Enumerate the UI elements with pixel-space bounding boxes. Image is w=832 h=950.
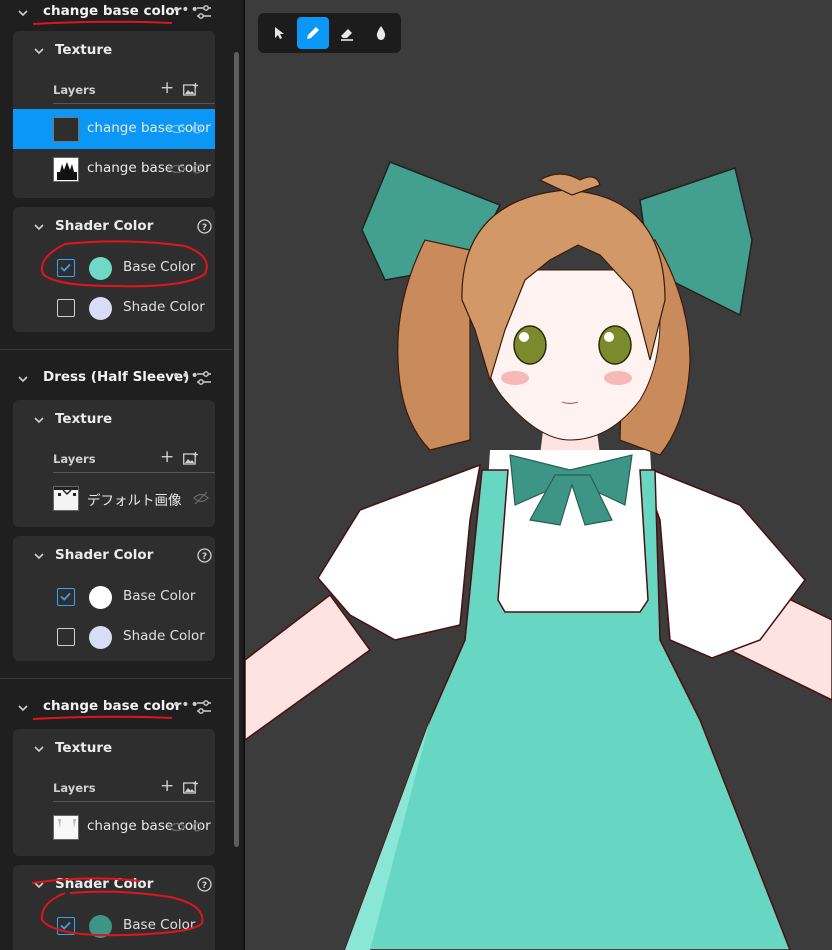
chevron-down-icon[interactable] <box>16 701 30 715</box>
checkbox[interactable] <box>57 588 75 606</box>
layers-label: Layers <box>53 83 96 97</box>
card-title: Shader Color <box>55 218 154 234</box>
layer-thumbnail <box>53 486 79 511</box>
divider <box>0 678 232 679</box>
help-icon[interactable]: ? <box>197 548 212 563</box>
chevron-down-icon[interactable] <box>16 372 30 386</box>
section-title: change base color <box>43 698 182 714</box>
layer-thumbnail <box>53 157 79 182</box>
card-title: Texture <box>55 42 113 58</box>
svg-text:?: ? <box>202 881 207 891</box>
divider <box>53 103 215 104</box>
checkbox[interactable] <box>57 917 75 935</box>
base-color-row[interactable]: Base Color <box>13 911 215 941</box>
layer-thumbnail <box>53 117 79 142</box>
color-label: Base Color <box>123 588 196 604</box>
texture-card: Texture Layers + change base color <box>13 729 215 856</box>
base-color-row[interactable]: Base Color <box>13 582 215 612</box>
visibility-icon[interactable] <box>167 122 207 136</box>
select-arrow-icon <box>275 27 284 39</box>
add-layer-icon[interactable]: + <box>160 449 174 466</box>
help-icon[interactable]: ? <box>197 877 212 892</box>
svg-text:?: ? <box>202 223 207 233</box>
section-header-change-base-color[interactable]: change base color ••• <box>0 0 232 26</box>
sidebar: change base color ••• Texture Layers + c… <box>0 0 243 950</box>
visibility-icon[interactable] <box>167 162 207 176</box>
add-layer-icon[interactable]: + <box>160 80 174 97</box>
help-icon[interactable]: ? <box>197 219 212 234</box>
shader-color-card: Shader Color ? Base Color Shade Color <box>13 207 215 332</box>
card-title: Texture <box>55 411 113 427</box>
layers-label: Layers <box>53 452 96 466</box>
shader-color-card: Shader Color ? Base Color <box>13 865 215 950</box>
pen-tool-button[interactable] <box>297 17 329 49</box>
checkbox[interactable] <box>57 628 75 646</box>
tune-icon[interactable] <box>196 699 212 715</box>
tune-icon[interactable] <box>196 370 212 386</box>
divider <box>53 472 215 473</box>
checkbox[interactable] <box>57 299 75 317</box>
shade-color-row[interactable]: Shade Color <box>13 293 215 323</box>
chevron-down-icon[interactable] <box>33 743 45 755</box>
color-swatch[interactable] <box>89 297 112 320</box>
layer-item[interactable]: change base color <box>13 149 215 189</box>
shade-color-row[interactable]: Shade Color <box>13 622 215 652</box>
color-swatch[interactable] <box>89 915 112 938</box>
svg-text:?: ? <box>202 552 207 562</box>
avatar-illustration <box>245 161 832 950</box>
color-label: Shade Color <box>123 299 205 315</box>
checkbox[interactable] <box>57 259 75 277</box>
chevron-down-icon[interactable] <box>33 879 45 891</box>
pen-icon <box>307 27 319 39</box>
chevron-down-icon[interactable] <box>16 6 30 20</box>
color-swatch[interactable] <box>89 626 112 649</box>
eraser-icon <box>341 29 353 41</box>
add-image-icon[interactable] <box>183 781 198 794</box>
visibility-off-icon[interactable] <box>193 491 209 505</box>
section-header-dress-half-sleeve[interactable]: Dress (Half Sleeve) ••• <box>0 366 232 392</box>
shader-color-card: Shader Color ? Base Color Shade Color <box>13 536 215 661</box>
color-label: Base Color <box>123 259 196 275</box>
section-header-change-base-color[interactable]: change base color ••• <box>0 695 232 721</box>
visibility-icon[interactable] <box>167 820 207 834</box>
layer-item[interactable]: デフォルト画像 <box>13 478 215 518</box>
card-title: Shader Color <box>55 547 154 563</box>
card-title: Texture <box>55 740 113 756</box>
chevron-down-icon[interactable] <box>33 414 45 426</box>
tool-toolbar <box>258 13 401 53</box>
select-tool-button[interactable] <box>263 17 295 49</box>
texture-card: Texture Layers + デフォルト画像 <box>13 400 215 527</box>
card-title: Shader Color <box>55 876 154 892</box>
layer-thumbnail <box>53 815 79 840</box>
texture-card: Texture Layers + change base color chang… <box>13 31 215 198</box>
add-image-icon[interactable] <box>183 452 198 465</box>
layers-label: Layers <box>53 781 96 795</box>
divider <box>0 349 232 350</box>
fill-tool-button[interactable] <box>365 17 397 49</box>
add-layer-icon[interactable]: + <box>160 778 174 795</box>
color-swatch[interactable] <box>89 586 112 609</box>
section-title: Dress (Half Sleeve) <box>43 369 190 385</box>
divider <box>53 801 215 802</box>
scrollbar-thumb[interactable] <box>234 52 239 847</box>
fill-drop-icon <box>376 26 386 40</box>
3d-viewport[interactable] <box>245 0 832 950</box>
chevron-down-icon[interactable] <box>33 221 45 233</box>
tune-icon[interactable] <box>196 4 212 20</box>
add-image-icon[interactable] <box>183 83 198 96</box>
layer-item[interactable]: change base color <box>13 109 215 149</box>
section-title: change base color <box>43 3 182 19</box>
color-swatch[interactable] <box>89 257 112 280</box>
color-label: Base Color <box>123 917 196 933</box>
eraser-tool-button[interactable] <box>331 17 363 49</box>
color-label: Shade Color <box>123 628 205 644</box>
character-model[interactable] <box>245 0 832 950</box>
layer-name: デフォルト画像 <box>87 493 182 509</box>
chevron-down-icon[interactable] <box>33 45 45 57</box>
layer-item[interactable]: change base color <box>13 807 215 847</box>
chevron-down-icon[interactable] <box>33 550 45 562</box>
base-color-row[interactable]: Base Color <box>13 253 215 283</box>
